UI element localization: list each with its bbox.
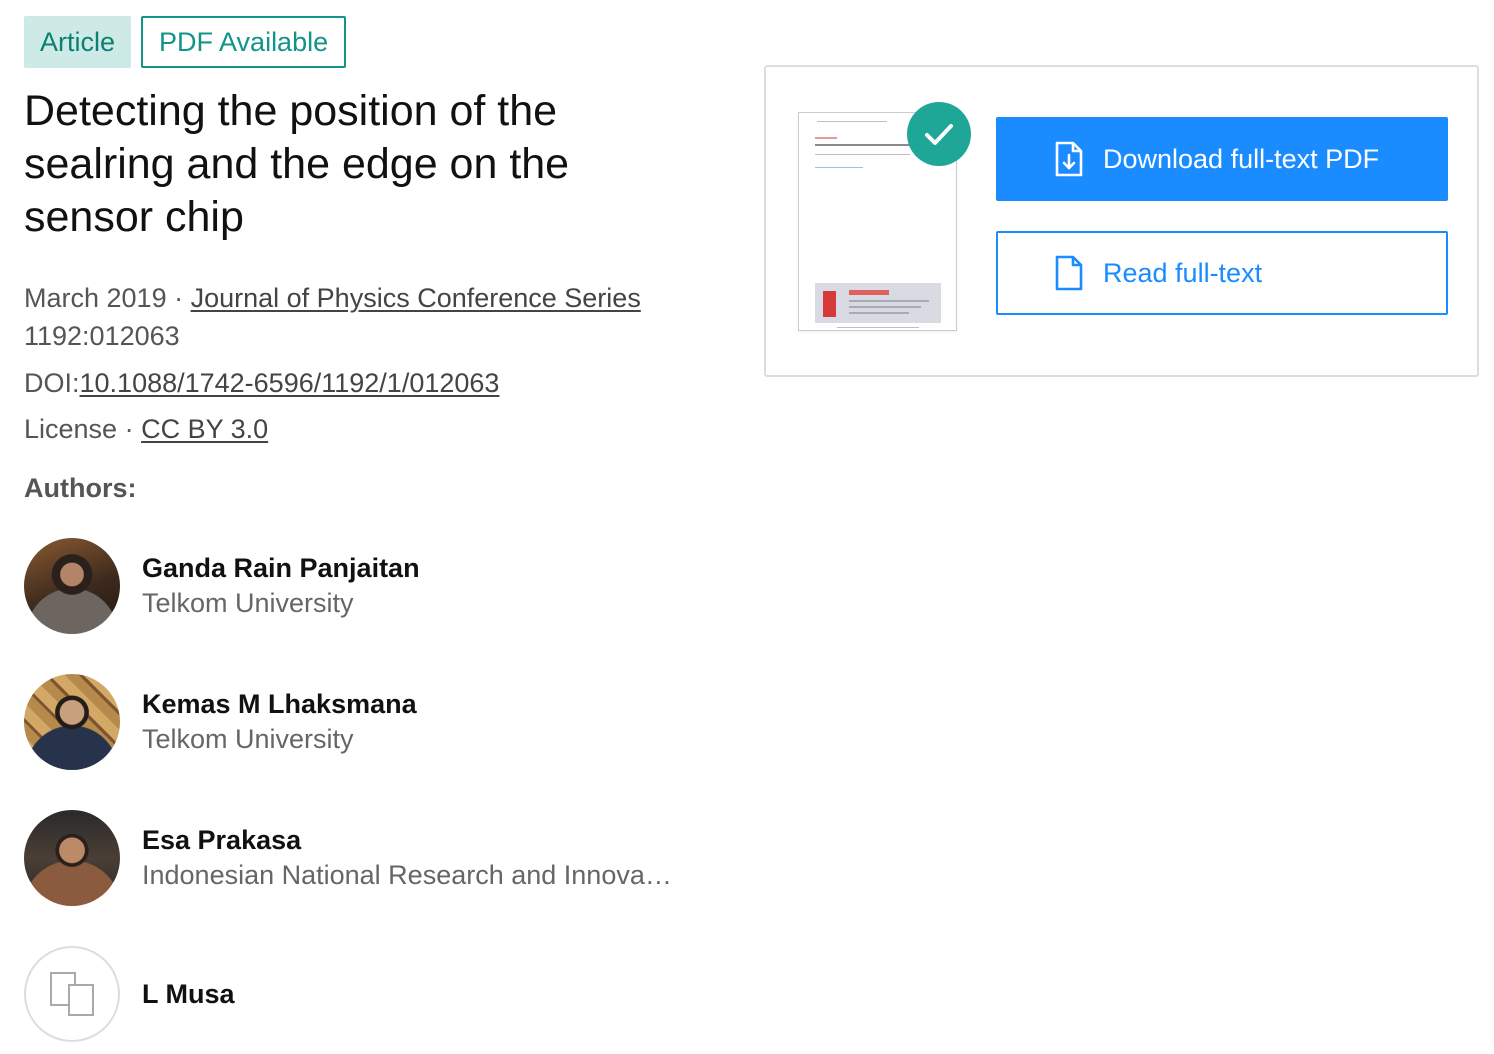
- publication-date-journal: March 2019 · Journal of Physics Conferen…: [24, 283, 641, 314]
- author-item[interactable]: Esa Prakasa Indonesian National Research…: [24, 810, 677, 906]
- author-text: L Musa: [142, 977, 235, 1011]
- journal-link[interactable]: Journal of Physics Conference Series: [191, 283, 641, 313]
- author-item[interactable]: Ganda Rain Panjaitan Telkom University: [24, 538, 420, 634]
- license-label: License: [24, 414, 118, 444]
- author-item[interactable]: Kemas M Lhaksmana Telkom University: [24, 674, 417, 770]
- author-text: Ganda Rain Panjaitan Telkom University: [142, 551, 420, 621]
- doi-label: DOI:: [24, 368, 80, 398]
- meta-separator: ·: [117, 414, 142, 444]
- author-text: Esa Prakasa Indonesian National Research…: [142, 823, 677, 893]
- check-icon: [907, 102, 971, 166]
- authors-heading: Authors:: [24, 473, 137, 503]
- avatar[interactable]: [24, 538, 120, 634]
- publication-date: March 2019: [24, 283, 167, 313]
- read-fulltext-label: Read full-text: [1103, 257, 1263, 288]
- meta-separator: ·: [166, 283, 191, 313]
- author-institution: Telkom University: [142, 588, 354, 618]
- pdf-available-badge: PDF Available: [141, 16, 347, 68]
- article-type-badge: Article: [24, 16, 132, 68]
- author-name[interactable]: L Musa: [142, 977, 235, 1011]
- publication-title: Detecting the position of the sealring a…: [24, 87, 570, 241]
- license-link[interactable]: CC BY 3.0: [141, 414, 268, 444]
- publication-volume: 1192:012063: [24, 321, 180, 351]
- author-item[interactable]: L Musa: [24, 946, 235, 1042]
- doi-row: DOI:10.1088/1742-6596/1192/1/012063: [24, 368, 499, 399]
- license-row: License · CC BY 3.0: [24, 414, 268, 445]
- author-name[interactable]: Esa Prakasa: [142, 823, 677, 857]
- download-fulltext-button[interactable]: Download full-text PDF: [996, 117, 1448, 201]
- file-icon: [1054, 254, 1084, 292]
- author-institution: Telkom University: [142, 724, 354, 754]
- avatar[interactable]: [24, 674, 120, 770]
- fulltext-panel: Download full-text PDF Read full-text: [764, 65, 1479, 377]
- overlapping-squares-icon: [50, 972, 94, 1016]
- author-name[interactable]: Kemas M Lhaksmana: [142, 687, 417, 721]
- file-download-icon: [1054, 140, 1084, 178]
- download-fulltext-label: Download full-text PDF: [1103, 143, 1380, 174]
- publication-badges: Article PDF Available: [24, 16, 347, 68]
- author-name[interactable]: Ganda Rain Panjaitan: [142, 551, 420, 585]
- author-text: Kemas M Lhaksmana Telkom University: [142, 687, 417, 757]
- avatar-placeholder[interactable]: [24, 946, 120, 1042]
- avatar[interactable]: [24, 810, 120, 906]
- doi-link[interactable]: 10.1088/1742-6596/1192/1/012063: [80, 368, 500, 398]
- author-institution: Indonesian National Research and Innovat…: [142, 860, 677, 890]
- read-fulltext-button[interactable]: Read full-text: [996, 231, 1448, 315]
